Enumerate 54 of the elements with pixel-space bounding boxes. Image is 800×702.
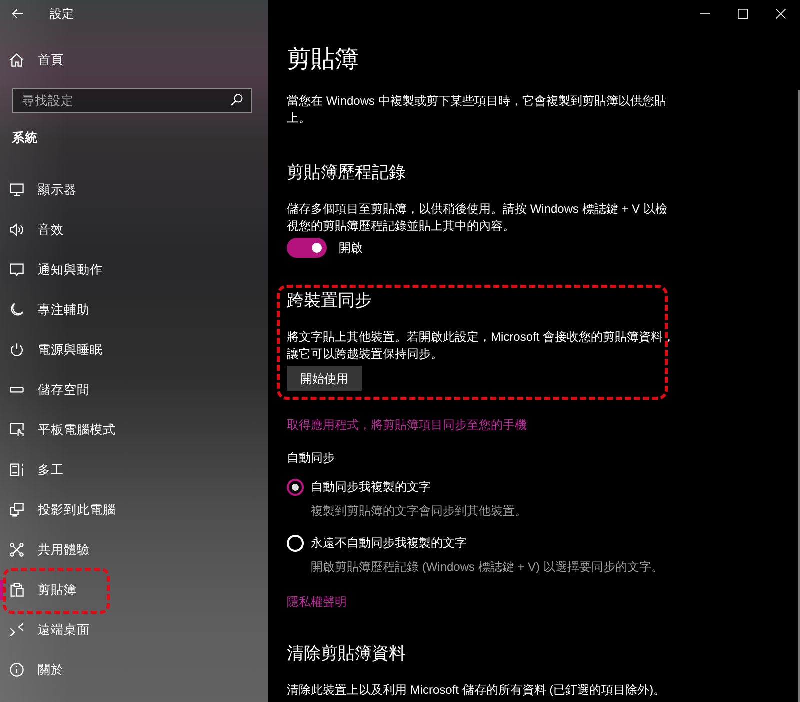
sidebar-item[interactable]: 投影到此電腦 (0, 490, 268, 530)
toggle-switch[interactable] (287, 238, 327, 258)
toggle-label: 開啟 (339, 240, 363, 257)
sidebar-item[interactable]: 儲存空間 (0, 370, 268, 410)
option-hint: 開啟剪貼簿歷程記錄 (Windows 標誌鍵 + V) 以選擇要同步的文字。 (311, 559, 664, 576)
split-window-icon (10, 463, 24, 477)
sidebar-item[interactable]: 電源與睡眠 (0, 330, 268, 370)
chevrons-icon (10, 623, 24, 637)
text-link[interactable]: 隱私權聲明 (287, 595, 347, 609)
sidebar-item[interactable]: 遠端桌面 (0, 610, 268, 650)
section-heading: 跨裝置同步 (287, 290, 372, 312)
section-text: 將文字貼上其他裝置。若開啟此設定，Microsoft 會接收您的剪貼簿資料，讓它可以跨越裝置保持同步。 (287, 329, 676, 362)
close-icon[interactable] (776, 9, 786, 19)
group-label: 自動同步 (287, 450, 335, 467)
section-heading: 清除剪貼簿資料 (287, 643, 406, 665)
moon-icon (10, 303, 24, 317)
sidebar-item[interactable]: 共用體驗 (0, 530, 268, 570)
overlapping-screens-icon (10, 503, 24, 517)
text-link[interactable]: 取得應用程式，將剪貼簿項目同步至您的手機 (287, 418, 527, 432)
scrollbar[interactable] (798, 90, 800, 702)
option-hint: 複製到剪貼簿的文字會同步到其他裝置。 (311, 503, 527, 520)
speech-bubble-icon (10, 263, 24, 277)
window-title: 設定 (50, 6, 74, 23)
sidebar-item[interactable]: 專注輔助 (0, 290, 268, 330)
monitor-icon (10, 183, 24, 197)
radio-label: 永遠不自動同步我複製的文字 (311, 535, 467, 552)
home-icon (10, 53, 24, 67)
section-text: 清除此裝置上以及利用 Microsoft 儲存的所有資料 (已釘選的項目除外)。 (287, 682, 667, 698)
section-text: 儲存多個項目至剪貼簿，以供稍後使用。請按 Windows 標誌鍵 + V 以檢視您的剪貼簿歷程記錄並貼上其中的內容。 (287, 201, 668, 234)
maximize-icon[interactable] (738, 9, 748, 19)
back-arrow-icon[interactable] (12, 8, 24, 20)
search-icon[interactable] (231, 94, 243, 106)
group-heading: 系統 (12, 130, 38, 147)
sidebar-item[interactable]: 多工 (0, 450, 268, 490)
clipboard-icon (10, 583, 24, 597)
power-icon (10, 343, 24, 357)
connected-nodes-icon (10, 543, 24, 557)
sidebar-item[interactable]: 剪貼簿 (0, 570, 268, 610)
info-icon (10, 663, 24, 677)
sidebar-item[interactable]: 顯示器 (0, 170, 268, 210)
speaker-icon (10, 223, 24, 237)
screen-hand-icon (10, 423, 24, 437)
page-title: 剪貼簿 (287, 45, 359, 75)
action-button[interactable]: 開始使用 (287, 366, 362, 391)
sidebar-item[interactable]: 關於 (0, 650, 268, 690)
home-item[interactable]: 首頁 (0, 40, 268, 80)
search-field[interactable]: 尋找設定 (12, 88, 252, 113)
radio-button[interactable] (287, 479, 304, 496)
sidebar-item[interactable]: 平板電腦模式 (0, 410, 268, 450)
radio-label: 自動同步我複製的文字 (311, 479, 431, 496)
sidebar-item[interactable]: 音效 (0, 210, 268, 250)
section-heading: 剪貼簿歷程記錄 (287, 162, 406, 184)
sidebar-item[interactable]: 通知與動作 (0, 250, 268, 290)
page-description: 當您在 Windows 中複製或剪下某些項目時，它會複製到剪貼簿以供您貼上。 (287, 93, 668, 126)
